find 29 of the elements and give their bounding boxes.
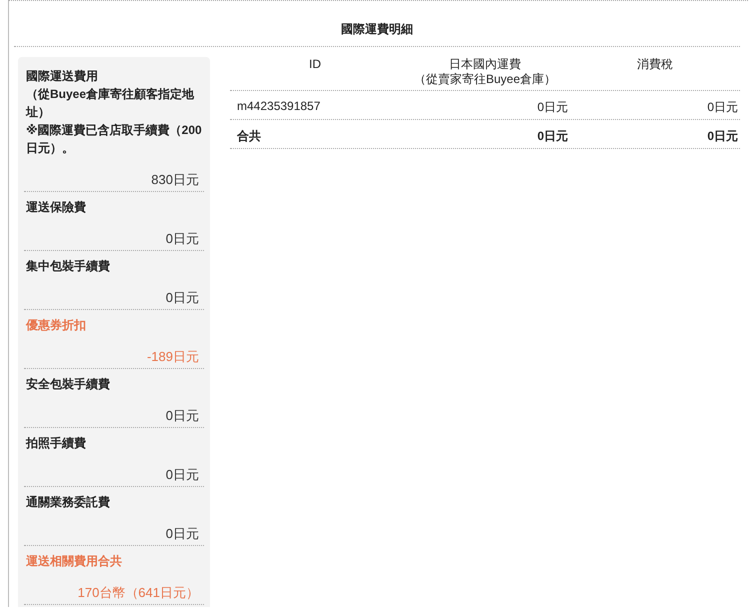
fee-value: 170台幣（641日元） (76, 584, 200, 602)
table-cell-text: m44235391857 (236, 99, 322, 115)
fee-value: 0日元 (164, 466, 200, 484)
column-subheader: （從賣家寄往Buyee倉庫） (412, 72, 558, 87)
fee-label: 拍照手續費 (24, 435, 87, 452)
fee-label: 運送保險費 (25, 199, 87, 216)
fee-value: 0日元 (164, 230, 200, 248)
fee-label: 通關業務委託費 (25, 494, 111, 511)
fee-value: 830日元 (150, 171, 200, 189)
table-cell-text: 0日元 (536, 99, 569, 116)
column-header: 日本國內運費 (448, 57, 522, 72)
fee-label: 安全包裝手續費 (25, 376, 111, 393)
fee-note: ※國際運費已含店取手續費（200日元）。 (25, 122, 203, 157)
fee-label: 優惠券折扣 (24, 317, 87, 334)
fee-label: 集中包裝手續費 (25, 258, 111, 275)
column-header: ID (308, 57, 322, 72)
fee-value: 0日元 (164, 525, 200, 543)
table-cell-text: 0日元 (706, 99, 739, 116)
column-header: 消費稅 (636, 57, 674, 72)
fee-value: 0日元 (164, 407, 200, 425)
page-title: 國際運費明細 (341, 22, 413, 36)
fee-value: -189日元 (146, 348, 200, 366)
fee-label: 國際運送費用 (25, 68, 99, 85)
fee-label: 運送相關費用合共 (25, 553, 123, 570)
fee-value: 0日元 (164, 289, 200, 307)
fee-note: （從Buyee倉庫寄往顧客指定地址） (24, 86, 196, 121)
total-cell-text: 0日元 (536, 128, 569, 145)
total-cell-text: 0日元 (706, 128, 739, 145)
total-cell-text: 合共 (236, 128, 262, 145)
